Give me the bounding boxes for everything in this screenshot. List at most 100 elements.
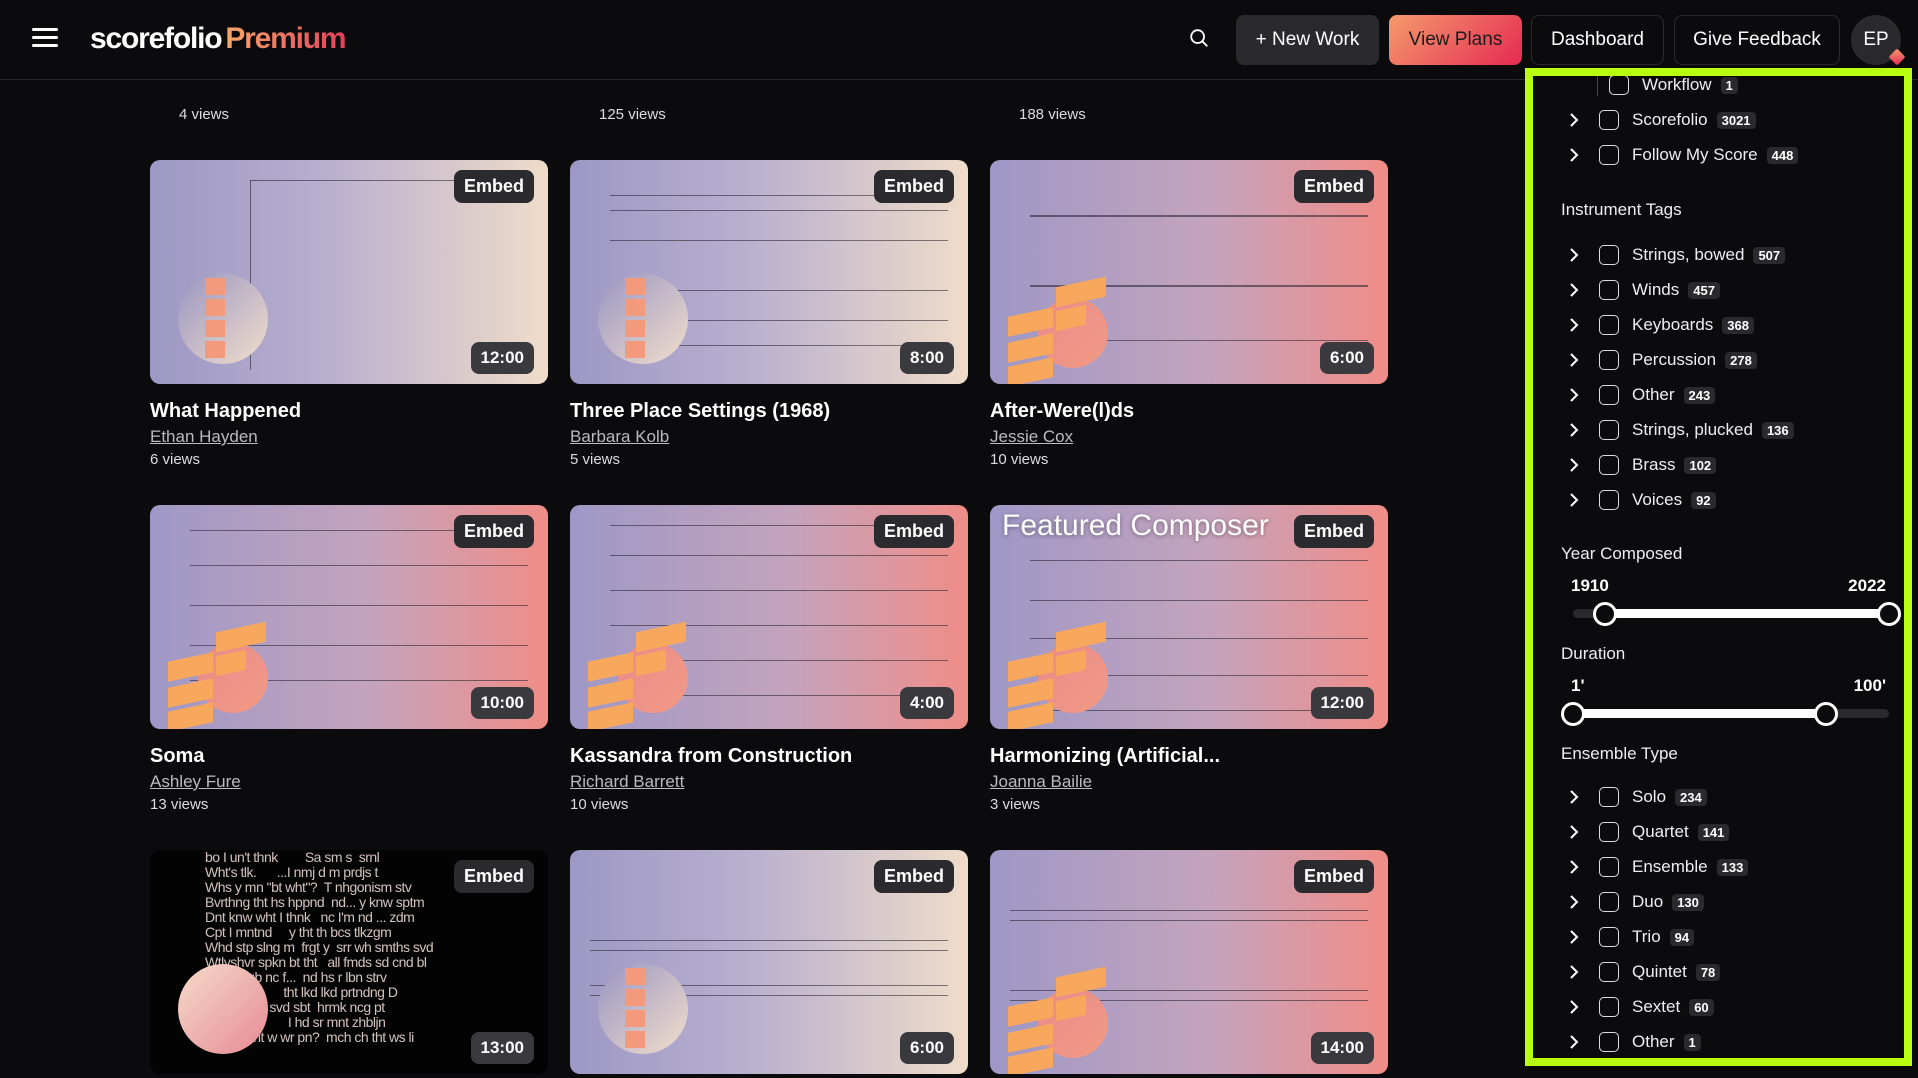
checkbox[interactable]	[1599, 997, 1619, 1017]
checkbox[interactable]	[1599, 1032, 1619, 1052]
work-thumbnail[interactable]: Embed 4:00	[570, 505, 968, 729]
checkbox[interactable]	[1599, 490, 1619, 510]
work-title[interactable]: Harmonizing (Artificial...	[990, 745, 1388, 768]
checkbox[interactable]	[1599, 455, 1619, 475]
filter-row[interactable]: Quintet 78	[1567, 957, 1721, 987]
filter-row[interactable]: Duo 130	[1567, 887, 1704, 917]
filter-row[interactable]: Sextet 60	[1567, 992, 1714, 1022]
logo[interactable]: scorefolio Premium	[90, 22, 347, 56]
checkbox[interactable]	[1599, 787, 1619, 807]
checkbox[interactable]	[1599, 822, 1619, 842]
year-slider-min-handle[interactable]	[1592, 602, 1617, 626]
work-thumbnail[interactable]: Embed 6:00	[990, 160, 1388, 384]
checkbox[interactable]	[1599, 385, 1619, 405]
work-thumbnail[interactable]: Embed 10:00	[150, 505, 548, 729]
chevron-right-icon[interactable]	[1567, 957, 1581, 987]
duration-slider-max-handle[interactable]	[1813, 702, 1838, 726]
checkbox[interactable]	[1599, 350, 1619, 370]
filter-row[interactable]: Strings, bowed 507	[1567, 240, 1786, 270]
chevron-right-icon[interactable]	[1567, 450, 1581, 480]
checkbox[interactable]	[1599, 315, 1619, 335]
checkbox[interactable]	[1599, 927, 1619, 947]
duration-slider[interactable]	[1561, 702, 1889, 726]
work-thumbnail[interactable]: bo I un't thnk Sa sm s srnl Wht's tlk. .…	[150, 850, 548, 1074]
chevron-right-icon[interactable]	[1567, 992, 1581, 1022]
hamburger-menu-icon[interactable]	[32, 28, 58, 50]
checkbox[interactable]	[1599, 857, 1619, 877]
embed-button[interactable]: Embed	[873, 170, 954, 203]
work-title[interactable]: Kassandra from Construction	[570, 745, 968, 768]
checkbox[interactable]	[1609, 76, 1629, 95]
checkbox[interactable]	[1599, 962, 1619, 982]
work-title[interactable]: After-Were(l)ds	[990, 400, 1388, 423]
checkbox[interactable]	[1599, 110, 1619, 130]
filter-row[interactable]: Keyboards 368	[1567, 310, 1754, 340]
chevron-right-icon[interactable]	[1567, 852, 1581, 882]
checkbox[interactable]	[1599, 280, 1619, 300]
work-thumbnail[interactable]: Embed 8:00	[570, 160, 968, 384]
chevron-right-icon[interactable]	[1567, 485, 1581, 515]
work-thumbnail[interactable]: Embed 14:00	[990, 850, 1388, 1074]
chevron-right-icon[interactable]	[1567, 1027, 1581, 1057]
filter-row[interactable]: Voices 92	[1567, 485, 1716, 515]
dashboard-button[interactable]: Dashboard	[1531, 15, 1664, 65]
filter-row[interactable]: Follow My Score 448	[1567, 140, 1799, 170]
checkbox[interactable]	[1599, 420, 1619, 440]
duration-slider-min-handle[interactable]	[1561, 702, 1585, 726]
embed-button[interactable]: Embed	[1293, 515, 1374, 548]
work-title[interactable]: What Happened	[150, 400, 548, 423]
filter-row[interactable]: Ensemble 133	[1567, 852, 1749, 882]
chevron-right-icon[interactable]	[1567, 240, 1581, 270]
checkbox[interactable]	[1599, 245, 1619, 265]
filter-row[interactable]: Quartet 141	[1567, 817, 1730, 847]
chevron-right-icon[interactable]	[1567, 345, 1581, 375]
composer-link[interactable]: Ethan Hayden	[150, 427, 258, 447]
filter-row[interactable]: Percussion 278	[1567, 345, 1757, 375]
year-slider-max-handle[interactable]	[1877, 602, 1901, 626]
work-thumbnail[interactable]: Embed 6:00	[570, 850, 968, 1074]
work-title[interactable]: Three Place Settings (1968)	[570, 400, 968, 423]
search-icon[interactable]	[1188, 27, 1214, 53]
filter-row[interactable]: Other 1	[1567, 1027, 1701, 1057]
chevron-right-icon[interactable]	[1567, 380, 1581, 410]
composer-link[interactable]: Richard Barrett	[570, 772, 684, 792]
view-plans-button[interactable]: View Plans	[1389, 15, 1522, 65]
embed-button[interactable]: Embed	[453, 515, 534, 548]
sf-logo-icon	[1008, 272, 1108, 384]
chevron-right-icon[interactable]	[1567, 415, 1581, 445]
filter-row[interactable]: Brass 102	[1567, 450, 1717, 480]
composer-link[interactable]: Jessie Cox	[990, 427, 1073, 447]
composer-link[interactable]: Barbara Kolb	[570, 427, 669, 447]
embed-button[interactable]: Embed	[453, 170, 534, 203]
chevron-right-icon[interactable]	[1567, 817, 1581, 847]
filter-row[interactable]: Other 243	[1567, 380, 1716, 410]
filter-row[interactable]: Solo 234	[1567, 782, 1707, 812]
chevron-right-icon[interactable]	[1567, 887, 1581, 917]
checkbox[interactable]	[1599, 145, 1619, 165]
composer-link[interactable]: Joanna Bailie	[990, 772, 1092, 792]
embed-button[interactable]: Embed	[873, 515, 954, 548]
composer-link[interactable]: Ashley Fure	[150, 772, 241, 792]
chevron-right-icon[interactable]	[1567, 310, 1581, 340]
year-slider[interactable]	[1573, 602, 1901, 626]
embed-button[interactable]: Embed	[1293, 860, 1374, 893]
chevron-right-icon[interactable]	[1567, 782, 1581, 812]
give-feedback-button[interactable]: Give Feedback	[1674, 15, 1840, 65]
filter-row[interactable]: Strings, plucked 136	[1567, 415, 1794, 445]
filter-row[interactable]: Trio 94	[1567, 922, 1695, 952]
embed-button[interactable]: Embed	[873, 860, 954, 893]
work-thumbnail[interactable]: Embed 12:00	[150, 160, 548, 384]
chevron-right-icon[interactable]	[1567, 105, 1581, 135]
chevron-right-icon[interactable]	[1567, 275, 1581, 305]
filter-row-workflow[interactable]: Workflow 1	[1609, 76, 1738, 100]
new-work-button[interactable]: + New Work	[1236, 15, 1379, 65]
chevron-right-icon[interactable]	[1567, 922, 1581, 952]
work-thumbnail[interactable]: Featured Composer Embed 12:00	[990, 505, 1388, 729]
embed-button[interactable]: Embed	[453, 860, 534, 893]
checkbox[interactable]	[1599, 892, 1619, 912]
embed-button[interactable]: Embed	[1293, 170, 1374, 203]
filter-row[interactable]: Scorefolio 3021	[1567, 105, 1756, 135]
work-title[interactable]: Soma	[150, 745, 548, 768]
chevron-right-icon[interactable]	[1567, 140, 1581, 170]
filter-row[interactable]: Winds 457	[1567, 275, 1720, 305]
